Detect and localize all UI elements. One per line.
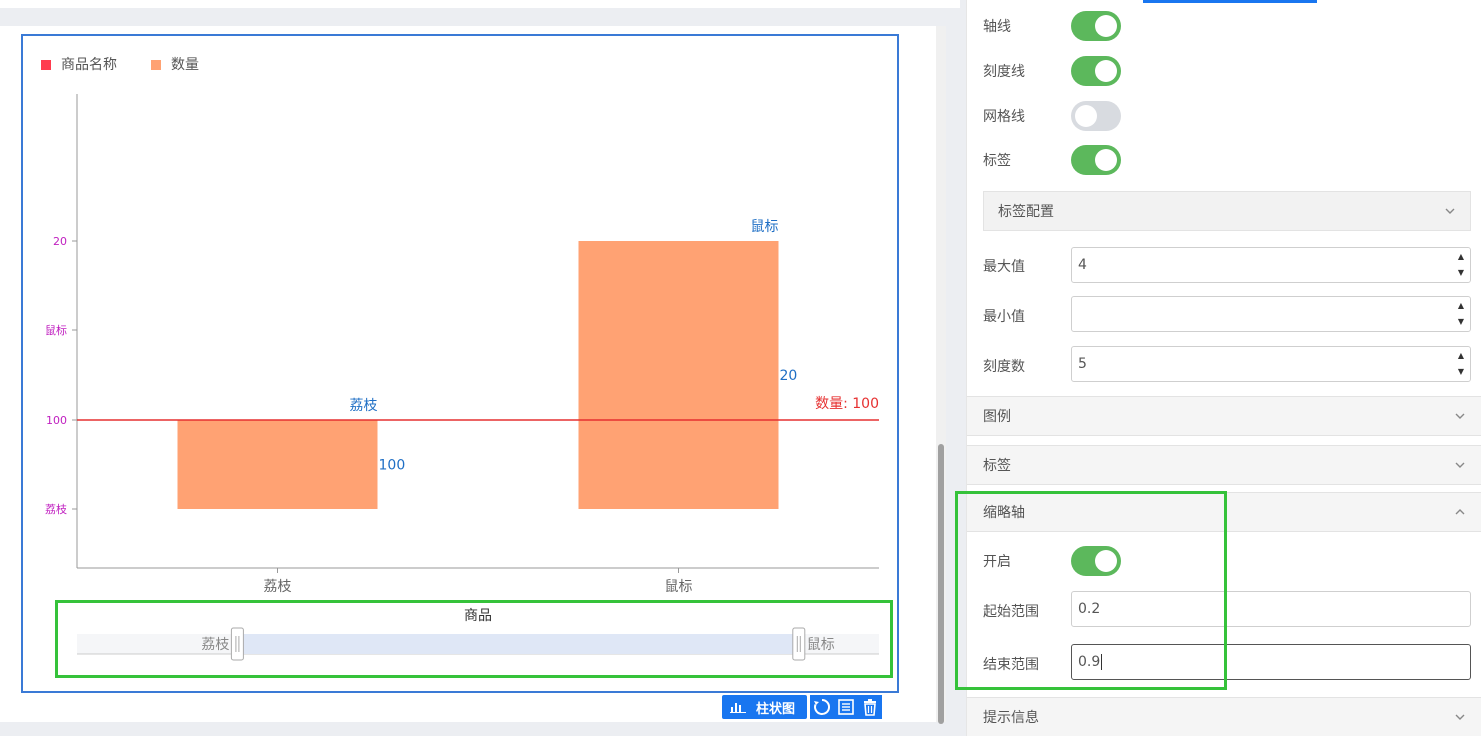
datazoom-enable-toggle[interactable] bbox=[1071, 546, 1121, 576]
active-tab-indicator bbox=[1143, 0, 1317, 3]
toggle-row-label: 标签 bbox=[983, 145, 1121, 175]
chevron-down-icon bbox=[1455, 714, 1465, 720]
tick-count-text: 5 bbox=[1078, 356, 1087, 372]
datazoom-end-label: 结束范围 bbox=[983, 657, 1039, 673]
datazoom-handle-end[interactable] bbox=[792, 627, 806, 661]
label-config-title: 标签配置 bbox=[998, 204, 1054, 220]
datazoom-selection bbox=[237, 634, 799, 654]
datazoom-start-input[interactable]: 0.2 bbox=[1071, 591, 1471, 627]
y-tick-label: 20 bbox=[53, 235, 67, 248]
tick-count-input[interactable]: 5 ▲ ▼ bbox=[1071, 346, 1471, 382]
x-tick-label: 荔枝 bbox=[264, 579, 292, 595]
bar-quantity bbox=[578, 241, 779, 509]
bar-label-quantity: 100 bbox=[379, 458, 406, 474]
x-tick-label: 鼠标 bbox=[665, 579, 693, 595]
config-panel: 轴线 刻度线 网格线 标签 标签配置 最大值 4 ▲ ▼ 最小值 ▲ ▼ 刻度数… bbox=[966, 0, 1481, 736]
tick-line-toggle[interactable] bbox=[1071, 56, 1121, 86]
app-root: 商品名称 数量 荔枝 100 鼠标 20 荔枝 鼠标 100 荔枝 20 鼠标 数量: 100 商品 荔枝鼠… bbox=[0, 0, 1481, 736]
datazoom-end-label: 鼠标 bbox=[807, 637, 835, 653]
datazoom-start-label: 荔枝 bbox=[201, 637, 229, 653]
text-caret bbox=[1101, 654, 1103, 670]
toggle-row-tick-line: 刻度线 bbox=[983, 56, 1121, 86]
top-strip bbox=[0, 0, 960, 8]
datazoom-start-row: 起始范围 bbox=[983, 601, 1071, 621]
data-button[interactable] bbox=[834, 695, 859, 719]
tick-count-row: 刻度数 bbox=[983, 356, 1071, 376]
chevron-down-icon bbox=[1455, 413, 1465, 419]
toggle-row-axis-line: 轴线 bbox=[983, 11, 1121, 41]
section-label-title: 标签 bbox=[983, 458, 1011, 474]
bar-quantity bbox=[177, 420, 378, 509]
chevron-down-icon bbox=[1455, 462, 1465, 468]
legend-swatch bbox=[41, 60, 51, 70]
datazoom-start-label: 起始范围 bbox=[983, 604, 1039, 620]
datazoom-enable-row: 开启 bbox=[983, 546, 1121, 576]
min-value-stepper[interactable]: ▲ ▼ bbox=[1456, 301, 1466, 327]
axis-line-toggle[interactable] bbox=[1071, 11, 1121, 41]
refresh-button[interactable] bbox=[810, 695, 835, 719]
bar-label-name: 荔枝 bbox=[350, 398, 378, 414]
datazoom-end-input[interactable]: 0.9 bbox=[1071, 644, 1471, 680]
tick-line-label: 刻度线 bbox=[983, 64, 1025, 80]
legend-label: 商品名称 bbox=[61, 57, 117, 73]
section-tooltip[interactable]: 提示信息 bbox=[967, 697, 1481, 736]
chart-type-button[interactable]: 柱状图 bbox=[722, 695, 808, 719]
section-tooltip-title: 提示信息 bbox=[983, 710, 1039, 726]
datazoom-handle-start[interactable] bbox=[230, 627, 244, 661]
y-tick-label: 荔枝 bbox=[45, 502, 67, 516]
chart-type-label: 柱状图 bbox=[756, 701, 796, 717]
refresh-icon bbox=[814, 698, 831, 715]
grid-line-label: 网格线 bbox=[983, 109, 1025, 125]
widget-actions bbox=[810, 695, 883, 719]
y-tick-label: 鼠标 bbox=[45, 323, 67, 337]
chevron-up-icon bbox=[1455, 509, 1465, 515]
max-value-stepper[interactable]: ▲ ▼ bbox=[1456, 252, 1466, 278]
y-tick-label: 100 bbox=[46, 414, 67, 427]
bar-label-quantity: 20 bbox=[780, 368, 798, 384]
min-value-label: 最小值 bbox=[983, 309, 1025, 325]
label-toggle[interactable] bbox=[1071, 145, 1121, 175]
tick-count-stepper[interactable]: ▲ ▼ bbox=[1456, 351, 1466, 377]
datazoom-end-text: 0.9 bbox=[1078, 654, 1101, 670]
canvas-scrollbar-thumb[interactable] bbox=[938, 444, 944, 724]
mark-line-label: 数量: 100 bbox=[815, 396, 879, 412]
grid-line-toggle[interactable] bbox=[1071, 101, 1121, 131]
axis-line-label: 轴线 bbox=[983, 19, 1011, 35]
data-sheet-icon bbox=[838, 699, 854, 715]
max-value-text: 4 bbox=[1078, 257, 1087, 273]
tick-count-label: 刻度数 bbox=[983, 359, 1025, 375]
datazoom-end-row: 结束范围 bbox=[983, 654, 1071, 674]
max-value-label: 最大值 bbox=[983, 259, 1025, 275]
chevron-down-icon bbox=[1445, 208, 1455, 214]
trash-icon bbox=[864, 699, 877, 716]
bar-chart-icon bbox=[730, 703, 746, 713]
toggle-row-grid-line: 网格线 bbox=[983, 101, 1121, 131]
chart-widget[interactable]: 商品名称 数量 荔枝 100 鼠标 20 荔枝 鼠标 100 荔枝 20 鼠标 数量: 100 商品 荔枝鼠… bbox=[21, 34, 899, 693]
section-legend[interactable]: 图例 bbox=[967, 396, 1481, 436]
max-value-row: 最大值 bbox=[983, 256, 1071, 276]
widget-toolbar: 柱状图 bbox=[722, 695, 883, 719]
bar-label-name: 鼠标 bbox=[751, 219, 779, 235]
section-datazoom-title: 缩略轴 bbox=[983, 505, 1025, 521]
max-value-input[interactable]: 4 ▲ ▼ bbox=[1071, 247, 1471, 283]
min-value-row: 最小值 bbox=[983, 306, 1071, 326]
legend-label: 数量 bbox=[171, 57, 199, 73]
datazoom-title: 商品 bbox=[464, 608, 492, 624]
section-datazoom[interactable]: 缩略轴 bbox=[967, 492, 1481, 532]
legend-swatch bbox=[151, 60, 161, 70]
min-value-input[interactable]: ▲ ▼ bbox=[1071, 296, 1471, 332]
label-toggle-label: 标签 bbox=[983, 153, 1011, 169]
delete-button[interactable] bbox=[858, 695, 883, 719]
bar-chart: 商品名称 数量荔枝100鼠标20荔枝 鼠标100荔枝20鼠标数量: 100商品荔枝鼠… bbox=[41, 57, 879, 661]
section-label[interactable]: 标签 bbox=[967, 445, 1481, 485]
section-legend-title: 图例 bbox=[983, 409, 1011, 425]
datazoom-enable-label: 开启 bbox=[983, 554, 1011, 570]
label-config-header[interactable]: 标签配置 bbox=[983, 191, 1471, 231]
datazoom-start-text: 0.2 bbox=[1078, 601, 1101, 617]
